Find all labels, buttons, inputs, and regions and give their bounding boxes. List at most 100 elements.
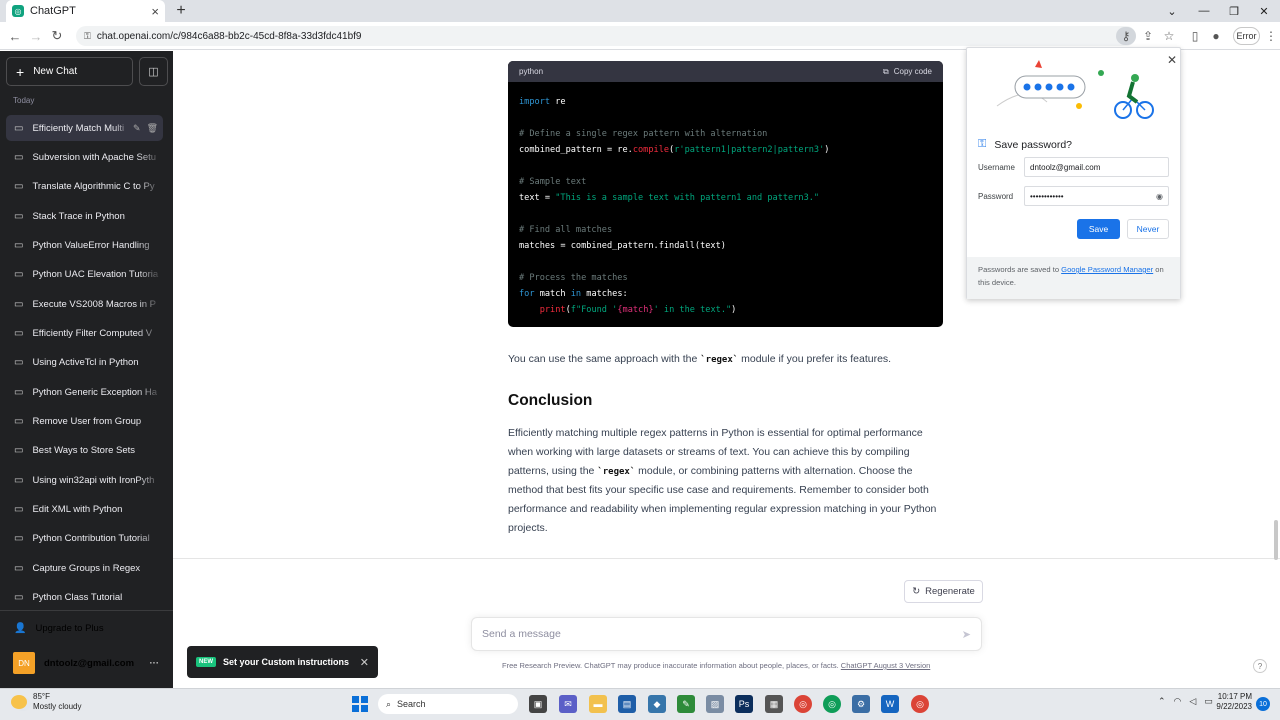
minimize-button[interactable]: — — [1188, 0, 1220, 22]
edit-icon[interactable]: ✎ — [133, 123, 141, 134]
conversation-title: Python Class Tutorial — [32, 591, 123, 603]
conversation-item[interactable]: ▭ Python Generic Exception Ha — [6, 379, 163, 405]
conversation-item[interactable]: ▭ Python Class Tutorial — [6, 584, 163, 610]
store-icon[interactable]: ▤ — [618, 695, 636, 713]
message-input[interactable]: Send a message ➤ — [471, 617, 982, 651]
file-explorer-icon[interactable]: ▬ — [589, 695, 607, 713]
password-field[interactable]: •••••••••••• ◉ — [1024, 186, 1169, 206]
weather-widget[interactable]: 85°F Mostly cloudy — [11, 692, 81, 712]
notification-badge[interactable]: 10 — [1256, 697, 1270, 711]
conversation-item[interactable]: ▭ Edit XML with Python — [6, 496, 163, 522]
back-icon[interactable]: ← — [5, 26, 25, 46]
photoshop-icon[interactable]: Ps — [735, 695, 753, 713]
conversation-item[interactable]: ▭ Python ValueError Handling — [6, 232, 163, 258]
send-icon[interactable]: ➤ — [962, 628, 971, 641]
error-button[interactable]: Error — [1233, 27, 1260, 45]
eye-icon[interactable]: ◉ — [1156, 192, 1163, 201]
taskbar — [0, 688, 1280, 720]
copy-code-button[interactable]: ⧉ Copy code — [883, 67, 932, 77]
password-manager-link[interactable]: Google Password Manager — [1061, 265, 1153, 274]
close-icon[interactable]: ✕ — [1167, 53, 1177, 67]
wifi-icon[interactable]: ◠ — [1174, 696, 1182, 707]
photos-icon[interactable]: ▨ — [706, 695, 724, 713]
address-bar[interactable]: ⚿ chat.openai.com/c/984c6a88-bb2c-45cd-8… — [76, 26, 1136, 46]
site-info-icon[interactable]: ⚿ — [84, 31, 91, 42]
system-tray[interactable]: ⌃ ◠ ◁ ▭ — [1158, 696, 1213, 707]
conversation-item[interactable]: ▭ Subversion with Apache Setu — [6, 144, 163, 170]
chevron-up-icon[interactable]: ⌃ — [1158, 696, 1166, 707]
disclaimer-text: Free Research Preview. ChatGPT may produ… — [502, 661, 841, 670]
close-window-button[interactable]: ✕ — [1248, 0, 1280, 22]
conversation-item[interactable]: ▭ Efficiently Filter Computed V — [6, 320, 163, 346]
profile-icon[interactable]: ● — [1207, 27, 1225, 45]
chrome-profile-icon[interactable]: ◎ — [823, 695, 841, 713]
volume-icon[interactable]: ◁ — [1189, 696, 1196, 707]
conversation-item[interactable]: ▭ Efficiently Match Multi ✎ 🗑 — [6, 115, 163, 141]
conversation-item[interactable]: ▭ Python UAC Elevation Tutoria — [6, 261, 163, 287]
calculator-icon[interactable]: ▦ — [765, 695, 783, 713]
conversation-item[interactable]: ▭ Capture Groups in Regex — [6, 555, 163, 581]
username-field[interactable]: dntoolz@gmail.com — [1024, 157, 1169, 177]
code-language: python — [519, 67, 544, 76]
network-app-icon[interactable]: ⚙ — [852, 695, 870, 713]
user-email: dntoolz@gmail.com — [44, 657, 135, 669]
browser-tab[interactable]: ◎ ChatGPT × — [6, 0, 165, 22]
maximize-button[interactable]: ❐ — [1218, 0, 1250, 22]
version-link[interactable]: ChatGPT August 3 Version — [841, 661, 931, 670]
note-paragraph: You can use the same approach with the `… — [508, 353, 891, 365]
new-chat-button[interactable]: + New Chat — [6, 57, 133, 86]
copy-code-label: Copy code — [893, 67, 932, 76]
side-panel-icon[interactable]: ▯ — [1186, 27, 1204, 45]
toggle-sidebar-button[interactable]: ◫ — [139, 57, 168, 86]
conversation-item[interactable]: ▭ Stack Trace in Python — [6, 203, 163, 229]
share-icon[interactable]: ⇪ — [1139, 27, 1157, 45]
forward-icon[interactable]: → — [26, 26, 46, 46]
notepad-icon[interactable]: ✎ — [677, 695, 695, 713]
conversation-item[interactable]: ▭ Execute VS2008 Macros in P — [6, 291, 163, 317]
password-key-icon[interactable]: ⚷ — [1116, 27, 1136, 45]
username-label: Username — [978, 163, 1015, 172]
python-icon[interactable]: ◆ — [648, 695, 666, 713]
plus-icon: + — [16, 63, 25, 80]
close-tab-icon[interactable]: × — [151, 4, 159, 19]
scrollbar[interactable] — [1274, 520, 1278, 560]
tab-search-icon[interactable]: ⌄ — [1156, 0, 1188, 22]
never-button[interactable]: Never — [1127, 219, 1169, 239]
close-icon[interactable]: ✕ — [360, 656, 369, 669]
windows-start-icon[interactable] — [352, 696, 368, 712]
bookmark-star-icon[interactable]: ☆ — [1160, 27, 1178, 45]
note-text-end: module if you prefer its features. — [738, 353, 892, 365]
more-dots-icon[interactable]: ··· — [150, 658, 160, 669]
new-tab-button[interactable]: + — [172, 2, 190, 20]
tab-title: ChatGPT — [30, 5, 76, 17]
clock[interactable]: 10:17 PM 9/22/2023 — [1208, 692, 1252, 712]
chatgpt-favicon-icon: ◎ — [12, 5, 24, 17]
conversation-item[interactable]: ▭ Remove User from Group — [6, 408, 163, 434]
save-button[interactable]: Save — [1077, 219, 1120, 239]
teams-icon[interactable]: ✉ — [559, 695, 577, 713]
conversation-item[interactable]: ▭ Using win32api with IronPyth — [6, 467, 163, 493]
word-icon[interactable]: W — [881, 695, 899, 713]
taskbar-search[interactable]: ⌕ Search — [378, 694, 518, 714]
conversation-title: Python Generic Exception Ha — [32, 386, 158, 398]
conversation-item[interactable]: ▭ Translate Algorithmic C to Py — [6, 173, 163, 199]
menu-dots-icon[interactable]: ⋮ — [1262, 27, 1280, 45]
conversation-item[interactable]: ▭ Python Contribution Tutorial — [6, 525, 163, 551]
section-today-label: Today — [13, 96, 35, 105]
task-view-icon[interactable]: ▣ — [529, 695, 547, 713]
regenerate-button[interactable]: ↻ Regenerate — [904, 580, 983, 603]
reload-icon[interactable]: ↻ — [47, 26, 67, 46]
section-heading: Conclusion — [508, 392, 593, 409]
chat-bubble-icon: ▭ — [14, 532, 24, 544]
conversation-item[interactable]: ▭ Using ActiveTcl in Python — [6, 349, 163, 375]
conversation-item[interactable]: ▭ Best Ways to Store Sets — [6, 437, 163, 463]
chat-bubble-icon: ▭ — [14, 356, 24, 368]
upgrade-button[interactable]: 👤 Upgrade to Plus — [6, 617, 163, 639]
user-menu[interactable]: DN dntoolz@gmail.com ··· — [6, 648, 163, 678]
chrome-active-icon[interactable]: ◎ — [911, 695, 929, 713]
chrome-icon[interactable]: ◎ — [794, 695, 812, 713]
chat-bubble-icon: ▭ — [14, 268, 24, 280]
help-icon[interactable]: ? — [1253, 659, 1267, 673]
delete-icon[interactable]: 🗑 — [147, 123, 158, 134]
custom-instructions-toast[interactable]: NEW Set your Custom instructions ✕ — [187, 646, 378, 678]
